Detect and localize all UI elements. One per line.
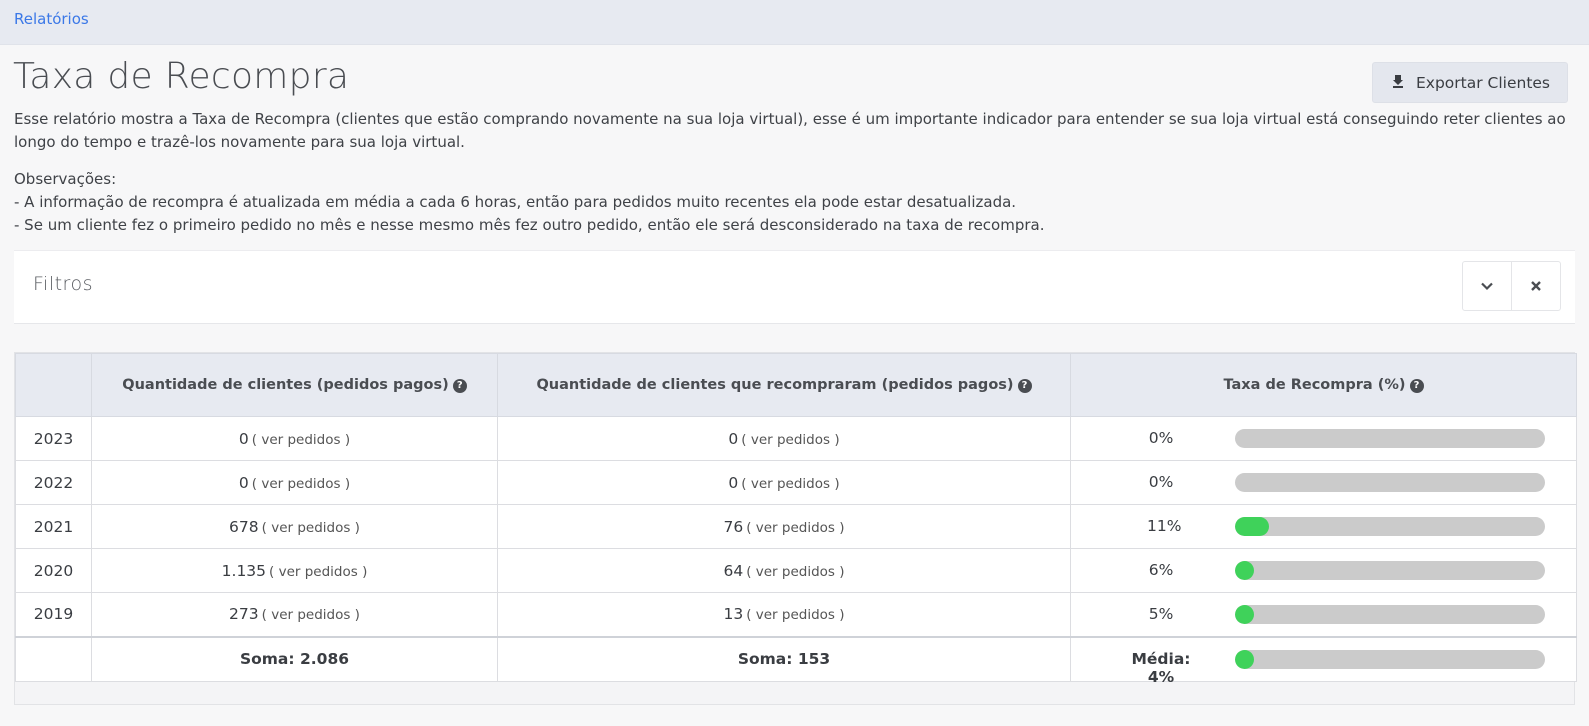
total-rate: Média: 4% bbox=[1070, 635, 1577, 686]
header-year bbox=[15, 353, 92, 417]
rebuyers-count: 13 bbox=[723, 605, 744, 624]
rebuyers-count: 0 bbox=[728, 473, 739, 492]
clients-count: 678 bbox=[229, 517, 259, 536]
observation-item: - Se um cliente fez o primeiro pedido no… bbox=[14, 216, 1045, 234]
header-rebuyers-label: Quantidade de clientes que recompraram (… bbox=[536, 377, 1014, 393]
row-clients: 1.135( ver pedidos ) bbox=[91, 548, 498, 593]
average-rate-value: Média: 4% bbox=[1131, 649, 1191, 686]
clients-count: 0 bbox=[238, 473, 249, 492]
row-rate: 0% bbox=[1070, 460, 1577, 505]
row-rate: 11% bbox=[1070, 504, 1577, 549]
export-clients-button[interactable]: Exportar Clientes bbox=[1372, 62, 1568, 103]
view-orders-link[interactable]: ( ver pedidos ) bbox=[746, 607, 844, 623]
rate-progress-bar bbox=[1235, 517, 1545, 536]
average-rate-progress-fill bbox=[1235, 649, 1254, 669]
help-icon[interactable]: ? bbox=[1017, 379, 1032, 393]
filters-panel: Filtros bbox=[14, 250, 1575, 324]
rate-value: 6% bbox=[1148, 561, 1174, 579]
observation-item: - A informação de recompra é atualizada … bbox=[14, 193, 1017, 211]
rebuyers-count: 0 bbox=[728, 429, 739, 448]
view-orders-link[interactable]: ( ver pedidos ) bbox=[262, 607, 360, 623]
breadcrumb-relatorios[interactable]: Relatórios bbox=[14, 10, 89, 28]
table-row: 2021 678( ver pedidos ) 76( ver pedidos … bbox=[15, 504, 1577, 549]
clients-count: 0 bbox=[238, 429, 249, 448]
row-rebuyers: 64( ver pedidos ) bbox=[497, 548, 1071, 593]
total-clients: Soma: 2.086 bbox=[91, 635, 498, 682]
row-year: 2023 bbox=[15, 416, 92, 461]
view-orders-link[interactable]: ( ver pedidos ) bbox=[741, 476, 839, 492]
rebuyers-count: 76 bbox=[723, 517, 744, 536]
header-clients: Quantidade de clientes (pedidos pagos)? bbox=[91, 353, 498, 417]
row-clients: 273( ver pedidos ) bbox=[91, 592, 498, 637]
clients-count: 273 bbox=[229, 605, 259, 624]
row-clients: 0( ver pedidos ) bbox=[91, 416, 498, 461]
row-rebuyers: 76( ver pedidos ) bbox=[497, 504, 1071, 549]
table-total-row: Soma: 2.086 Soma: 153 Média: 4% bbox=[15, 635, 1577, 686]
filters-expand-button[interactable] bbox=[1462, 261, 1512, 311]
total-rebuyers: Soma: 153 bbox=[497, 635, 1071, 682]
view-orders-link[interactable]: ( ver pedidos ) bbox=[741, 432, 839, 448]
row-year: 2019 bbox=[15, 592, 92, 637]
table-header-row: Quantidade de clientes (pedidos pagos)? … bbox=[15, 353, 1577, 417]
view-orders-link[interactable]: ( ver pedidos ) bbox=[269, 564, 367, 580]
observations-heading: Observações: bbox=[14, 170, 117, 188]
rate-progress-bar bbox=[1235, 605, 1545, 624]
row-rate: 5% bbox=[1070, 592, 1577, 637]
export-clients-label: Exportar Clientes bbox=[1415, 73, 1551, 92]
row-rate: 0% bbox=[1070, 416, 1577, 461]
rate-value: 0% bbox=[1148, 429, 1174, 447]
table-row: 2023 0( ver pedidos ) 0( ver pedidos ) 0… bbox=[15, 416, 1577, 461]
view-orders-link[interactable]: ( ver pedidos ) bbox=[252, 476, 350, 492]
filters-title: Filtros bbox=[33, 273, 93, 295]
average-rate-progress-bar bbox=[1235, 649, 1545, 669]
row-rebuyers: 13( ver pedidos ) bbox=[497, 592, 1071, 637]
row-rebuyers: 0( ver pedidos ) bbox=[497, 460, 1071, 505]
report-description: Esse relatório mostra a Taxa de Recompra… bbox=[14, 110, 1566, 151]
page-title: Taxa de Recompra bbox=[13, 56, 350, 97]
header-rebuyers: Quantidade de clientes que recompraram (… bbox=[497, 353, 1071, 417]
row-year: 2020 bbox=[15, 548, 92, 593]
view-orders-link[interactable]: ( ver pedidos ) bbox=[252, 432, 350, 448]
view-orders-link[interactable]: ( ver pedidos ) bbox=[746, 520, 844, 536]
header-rate-label: Taxa de Recompra (%) bbox=[1223, 377, 1406, 393]
table-row: 2020 1.135( ver pedidos ) 64( ver pedido… bbox=[15, 548, 1577, 593]
row-clients: 0( ver pedidos ) bbox=[91, 460, 498, 505]
export-icon bbox=[1390, 73, 1406, 93]
header-clients-label: Quantidade de clientes (pedidos pagos) bbox=[122, 377, 449, 393]
view-orders-link[interactable]: ( ver pedidos ) bbox=[262, 520, 360, 536]
row-rate: 6% bbox=[1070, 548, 1577, 593]
rate-progress-fill bbox=[1235, 517, 1269, 536]
close-icon bbox=[1531, 281, 1541, 291]
view-orders-link[interactable]: ( ver pedidos ) bbox=[746, 564, 844, 580]
rate-progress-fill bbox=[1235, 561, 1254, 580]
row-rebuyers: 0( ver pedidos ) bbox=[497, 416, 1071, 461]
rate-value: 11% bbox=[1147, 517, 1182, 535]
row-clients: 678( ver pedidos ) bbox=[91, 504, 498, 549]
help-icon[interactable]: ? bbox=[1409, 379, 1424, 393]
table-row: 2019 273( ver pedidos ) 13( ver pedidos … bbox=[15, 592, 1577, 637]
rebuy-table: Quantidade de clientes (pedidos pagos)? … bbox=[15, 353, 1577, 686]
rate-progress-bar bbox=[1235, 473, 1545, 492]
rate-value: 0% bbox=[1148, 473, 1174, 491]
clients-count: 1.135 bbox=[221, 561, 267, 580]
top-bar: Relatórios bbox=[0, 0, 1589, 45]
header-rate: Taxa de Recompra (%)? bbox=[1070, 353, 1577, 417]
row-year: 2022 bbox=[15, 460, 92, 505]
rate-progress-fill bbox=[1235, 605, 1254, 624]
rate-value: 5% bbox=[1148, 605, 1174, 623]
filters-clear-button[interactable] bbox=[1511, 261, 1561, 311]
rate-progress-bar bbox=[1235, 561, 1545, 580]
total-year bbox=[15, 635, 92, 682]
rebuy-table-container: Quantidade de clientes (pedidos pagos)? … bbox=[14, 352, 1577, 705]
chevron-down-icon bbox=[1481, 282, 1493, 291]
row-year: 2021 bbox=[15, 504, 92, 549]
observations: Observações: - A informação de recompra … bbox=[14, 168, 1574, 237]
help-icon[interactable]: ? bbox=[452, 379, 467, 393]
rate-progress-bar bbox=[1235, 429, 1545, 448]
table-row: 2022 0( ver pedidos ) 0( ver pedidos ) 0… bbox=[15, 460, 1577, 505]
rebuyers-count: 64 bbox=[723, 561, 744, 580]
